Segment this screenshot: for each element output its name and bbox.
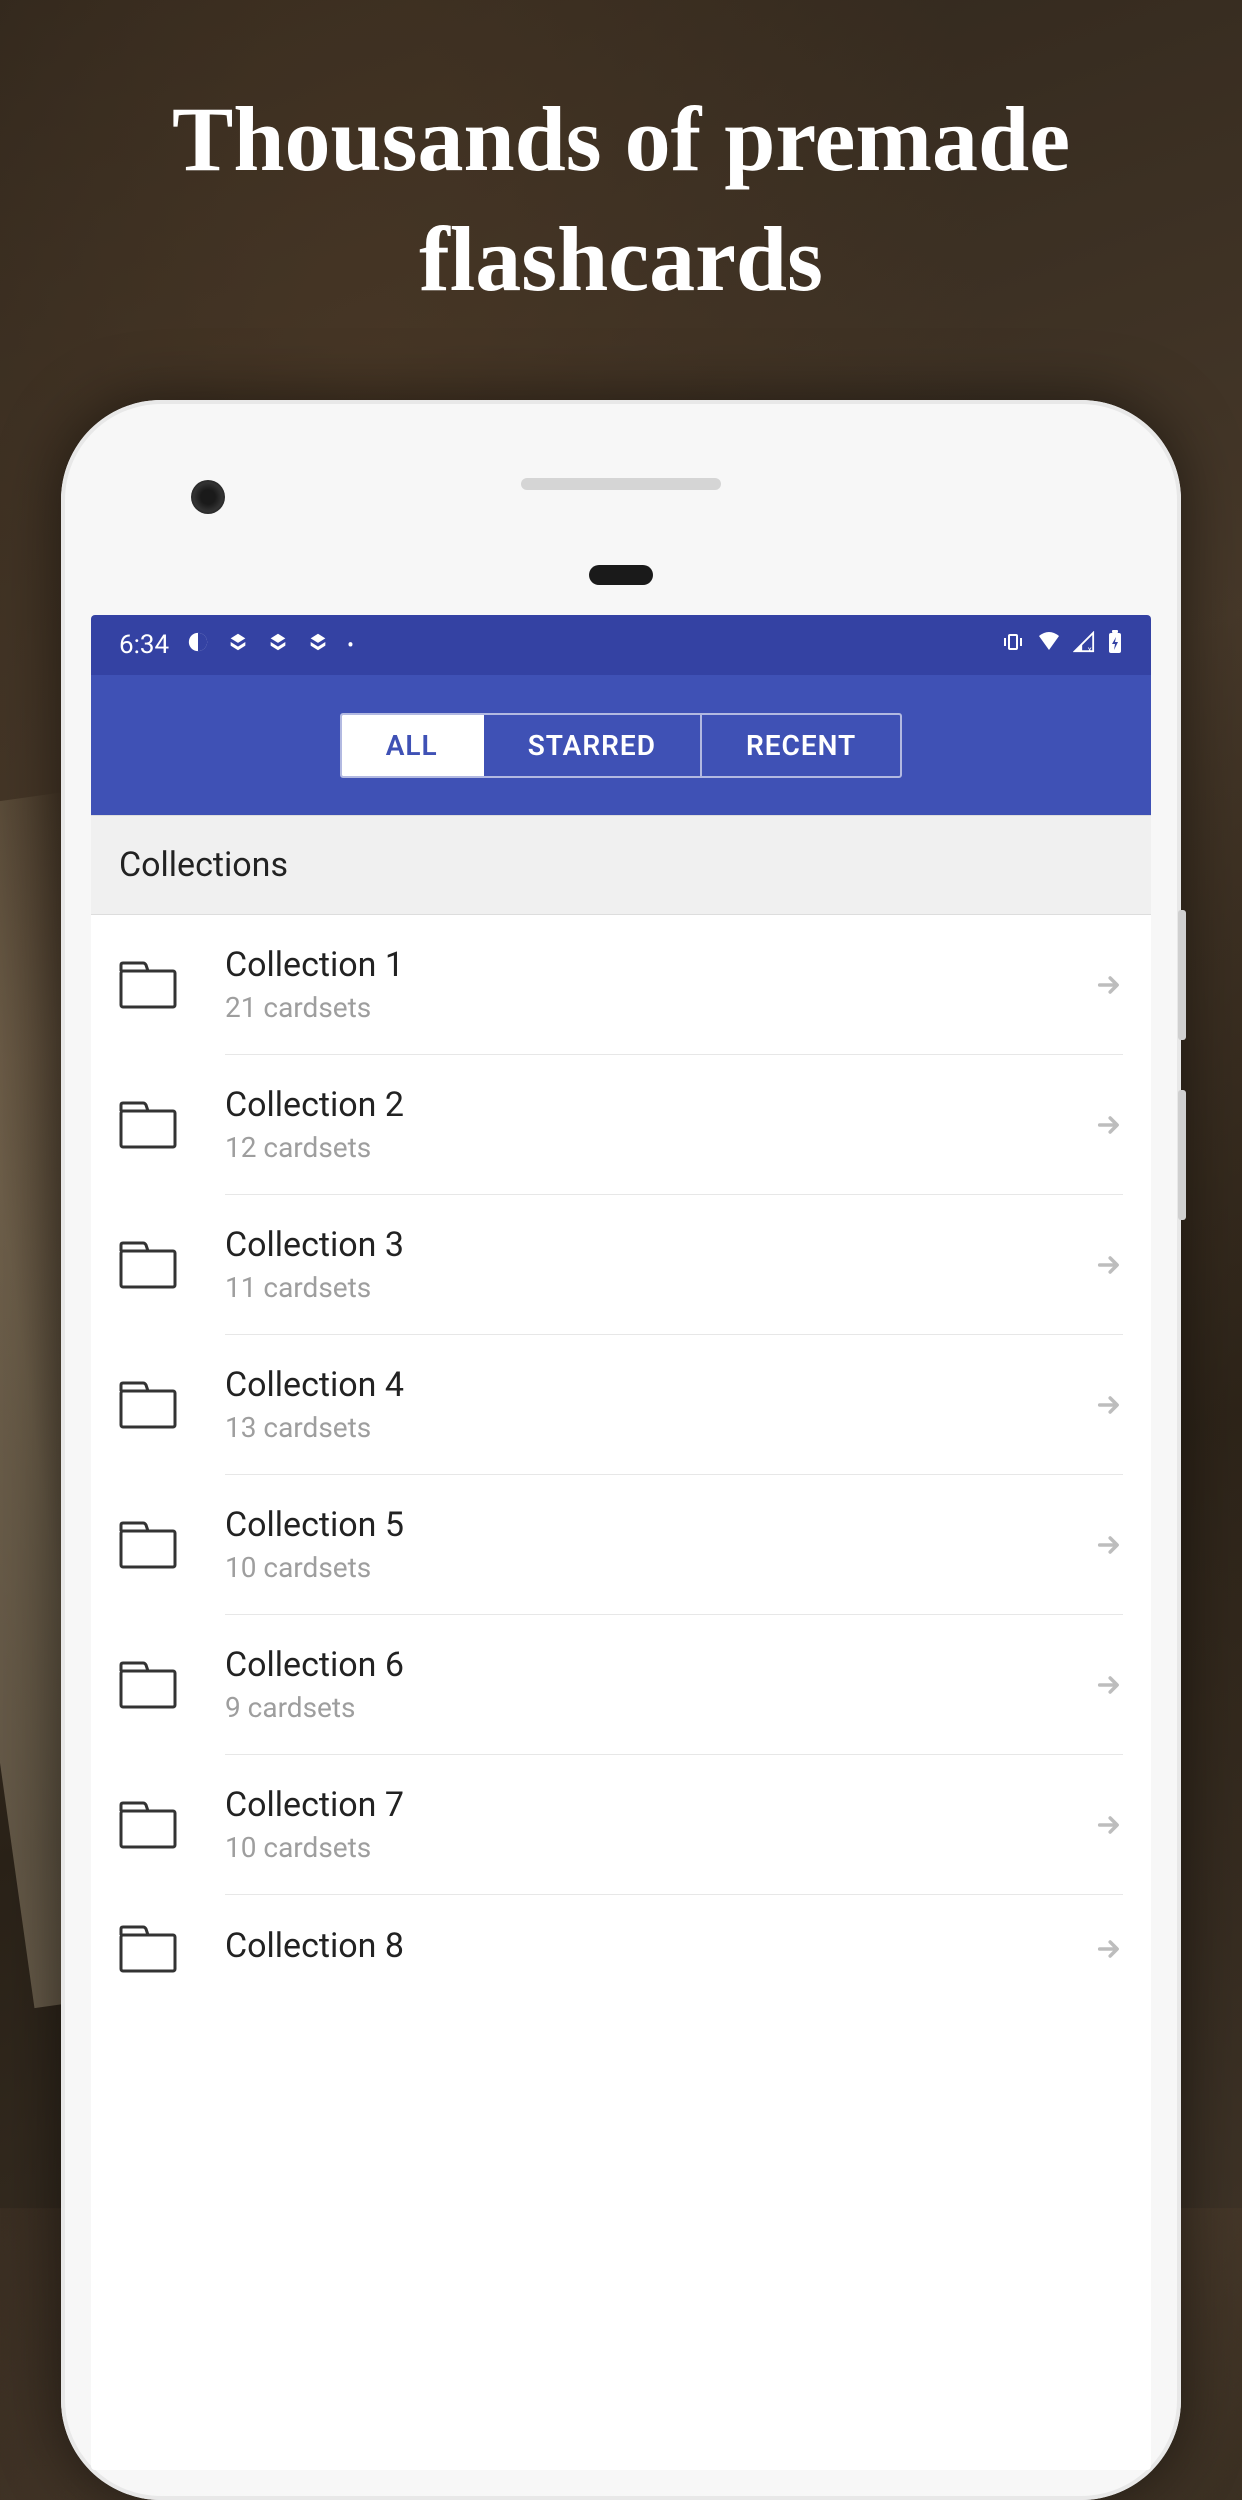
battery-icon [1107,630,1123,661]
collection-name: Collection 8 [225,1926,1095,1966]
phone-sensor-pill [589,565,653,585]
chevron-right-icon [1095,1251,1123,1279]
wifi-icon [1037,630,1061,661]
collection-subtitle: 13 cardsets [225,1411,1095,1444]
list-item[interactable]: Collection 4 13 cardsets [91,1335,1151,1474]
status-time: 6:34 [119,630,169,660]
collection-name: Collection 6 [225,1645,1095,1685]
chevron-right-icon [1095,1391,1123,1419]
status-bar: 6:34 • [91,615,1151,675]
folder-icon [119,1521,177,1569]
status-more-icon: • [347,633,354,657]
tab-recent[interactable]: RECENT [702,715,900,776]
collection-subtitle: 9 cardsets [225,1691,1095,1724]
folder-icon [119,961,177,1009]
collection-name: Collection 1 [225,945,1095,985]
collection-name: Collection 3 [225,1225,1095,1265]
chevron-right-icon [1095,1935,1123,1963]
chevron-right-icon [1095,1671,1123,1699]
section-header-collections: Collections [91,815,1151,915]
collection-name: Collection 5 [225,1505,1095,1545]
collection-subtitle: 12 cardsets [225,1131,1095,1164]
signal-icon: x [1073,630,1095,660]
list-item-text: Collection 3 11 cardsets [225,1225,1095,1304]
tab-bar: ALL STARRED RECENT [91,675,1151,815]
folder-icon [119,1381,177,1429]
tab-group: ALL STARRED RECENT [340,713,903,778]
phone-camera [191,480,225,514]
phone-speaker [521,478,721,490]
list-item-text: Collection 7 10 cardsets [225,1785,1095,1864]
folder-icon [119,1241,177,1289]
phone-side-button [1178,1090,1186,1220]
list-item-text: Collection 1 21 cardsets [225,945,1095,1024]
list-item-text: Collection 6 9 cardsets [225,1645,1095,1724]
collection-name: Collection 7 [225,1785,1095,1825]
folder-icon [119,1661,177,1709]
chevron-right-icon [1095,971,1123,999]
collections-list: Collection 1 21 cardsets Collection 2 12 ca… [91,915,1151,2003]
collection-name: Collection 4 [225,1365,1095,1405]
section-title: Collections [119,845,288,885]
folder-icon [119,1801,177,1849]
list-item[interactable]: Collection 7 10 cardsets [91,1755,1151,1894]
chevron-right-icon [1095,1111,1123,1139]
list-item[interactable]: Collection 5 10 cardsets [91,1475,1151,1614]
vibrate-icon [1001,630,1025,661]
collection-subtitle: 10 cardsets [225,1831,1095,1864]
phone-side-button [1178,910,1186,1040]
list-item-text: Collection 8 [225,1926,1095,1972]
list-item[interactable]: Collection 1 21 cardsets [91,915,1151,1054]
status-notification-icon [187,630,209,660]
status-app-icon [227,630,249,660]
phone-frame: 6:34 • [61,400,1181,2500]
list-item[interactable]: Collection 6 9 cardsets [91,1615,1151,1754]
tab-all[interactable]: ALL [342,715,484,776]
collection-subtitle: 11 cardsets [225,1271,1095,1304]
status-app-icon [267,630,289,660]
chevron-right-icon [1095,1811,1123,1839]
folder-icon [119,1925,177,1973]
collection-name: Collection 2 [225,1085,1095,1125]
promo-headline: Thousands of premade flashcards [0,80,1242,319]
svg-text:x: x [1088,645,1092,653]
folder-icon [119,1101,177,1149]
list-item[interactable]: Collection 8 [91,1895,1151,2003]
status-app-icon [307,630,329,660]
list-item-text: Collection 5 10 cardsets [225,1505,1095,1584]
list-item[interactable]: Collection 3 11 cardsets [91,1195,1151,1334]
phone-screen: 6:34 • [91,615,1151,2470]
list-item-text: Collection 2 12 cardsets [225,1085,1095,1164]
list-item-text: Collection 4 13 cardsets [225,1365,1095,1444]
chevron-right-icon [1095,1531,1123,1559]
collection-subtitle: 10 cardsets [225,1551,1095,1584]
list-item[interactable]: Collection 2 12 cardsets [91,1055,1151,1194]
phone-top-bezel [61,400,1181,590]
collection-subtitle: 21 cardsets [225,991,1095,1024]
tab-starred[interactable]: STARRED [484,715,702,776]
